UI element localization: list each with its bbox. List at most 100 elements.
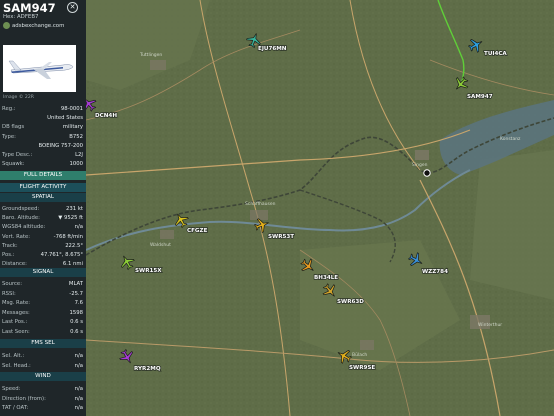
signal-row: RSSI: -25.7	[2, 290, 83, 298]
spatial-row: WGS84 altitude: n/a	[2, 223, 83, 231]
field-label: Track:	[2, 242, 18, 249]
aircraft-callsign-label[interactable]: EJU76MN	[257, 45, 287, 53]
field-value: n/a	[74, 363, 83, 369]
info-row: Squawk: 1000	[2, 160, 83, 168]
field-value: B752	[69, 133, 83, 140]
section-header-wind: WIND	[0, 372, 86, 381]
town-area	[160, 230, 174, 239]
aircraft-callsign-label[interactable]: SWR9SE	[348, 364, 376, 372]
adsbexchange-icon	[3, 22, 10, 29]
source-link[interactable]: adsbexchange.com	[3, 22, 64, 29]
field-value: ▼ 9525 ft	[58, 215, 83, 222]
info-row: Type: B752	[2, 133, 83, 141]
wind-row: TAT / OAT: n/a	[2, 404, 83, 412]
aircraft-callsign-label[interactable]: SWR53T	[267, 233, 295, 241]
aircraft-callsign-label[interactable]: RYR2MQ	[133, 365, 161, 373]
place-label: Winterthur	[478, 322, 502, 328]
field-value: military	[62, 124, 83, 131]
spatial-row: Pos.: 47.761°, 8.675°	[2, 251, 83, 259]
field-value: n/a	[74, 353, 83, 359]
source-text: adsbexchange.com	[12, 23, 65, 29]
info-row: DB flags military	[2, 123, 83, 131]
field-value: n/a	[74, 386, 83, 392]
aircraft-callsign-label[interactable]: SWR15X	[134, 267, 163, 275]
field-label: Messages:	[2, 309, 30, 316]
field-label: Speed:	[2, 386, 21, 392]
field-label: Msg. Rate:	[2, 300, 30, 307]
aircraft-callsign-label[interactable]: SAM947	[466, 93, 493, 101]
field-label: Distance:	[2, 261, 27, 268]
place-label: Konstanz	[500, 136, 521, 142]
fms-row: Sel. Alt.: n/a	[2, 352, 83, 360]
field-value: 0.6 s	[70, 319, 83, 326]
close-icon[interactable]: ✕	[67, 2, 78, 13]
field-value: United States	[47, 115, 83, 122]
field-value: 7.6	[74, 300, 83, 307]
signal-row: Messages: 1598	[2, 309, 83, 317]
town-area	[250, 210, 268, 220]
spatial-row: Track: 222.5°	[2, 242, 83, 250]
field-label: Vert. Rate:	[2, 233, 31, 240]
field-label: RSSI:	[2, 290, 16, 297]
field-value: -25.7	[69, 290, 83, 297]
info-row: BOEING 757-200	[2, 142, 83, 150]
field-value: -768 ft/min	[53, 233, 83, 240]
field-label: WGS84 altitude:	[2, 224, 46, 231]
aircraft-callsign-label[interactable]: TUI4CA	[483, 50, 508, 58]
field-value: 222.5°	[65, 242, 83, 249]
aircraft-info-panel: SAM947 ✕ Hex: ADFEB7 adsbexchange.com Im…	[0, 0, 86, 416]
field-label: Squawk:	[2, 161, 25, 168]
place-label: Bülach	[352, 352, 367, 358]
field-label: TAT / OAT:	[2, 405, 29, 411]
spatial-row: Distance: 6.1 nmi	[2, 260, 83, 268]
hex-code: Hex: ADFEB7	[3, 14, 39, 20]
field-value: n/a	[74, 224, 83, 231]
place-label: Singen	[412, 162, 428, 168]
field-value: n/a	[74, 395, 83, 402]
field-value: 1000	[69, 161, 83, 168]
aircraft-callsign-label[interactable]: CFGZE	[186, 227, 208, 235]
field-label: Groundspeed:	[2, 206, 40, 212]
aircraft-callsign-label[interactable]: BH34LE	[313, 274, 339, 282]
field-label: Pos.:	[2, 252, 15, 258]
place-label: Schaffhausen	[245, 201, 276, 207]
aircraft-photo[interactable]	[3, 45, 76, 92]
field-value: 0.6 s	[70, 329, 83, 335]
spatial-row: Groundspeed: 231 kt	[2, 205, 83, 213]
aircraft-callsign-label[interactable]: WZZ784	[421, 268, 449, 276]
town-area	[360, 340, 374, 350]
field-label: Last Pos.:	[2, 319, 28, 326]
field-label: DB flags	[2, 124, 25, 131]
field-label: Reg.:	[2, 106, 16, 112]
aircraft-photo-image	[3, 45, 76, 92]
signal-row: Msg. Rate: 7.6	[2, 299, 83, 307]
section-header-fms: FMS SEL	[0, 339, 86, 348]
field-value: BOEING 757-200	[38, 142, 83, 149]
field-label: Type:	[2, 133, 16, 140]
field-value: 6.1 nmi	[62, 261, 83, 268]
field-label: Source:	[2, 281, 22, 287]
aircraft-callsign-label[interactable]: DCN4H	[94, 112, 118, 120]
field-value: 47.761°, 8.675°	[40, 252, 83, 258]
receiver-marker	[423, 169, 431, 177]
info-row: United States	[2, 114, 83, 122]
field-label: Sel. Alt.:	[2, 353, 25, 359]
info-row: Reg.: 98-0001	[2, 105, 83, 113]
full-details-button[interactable]: FULL DETAILS	[0, 171, 86, 180]
field-value: 1598	[69, 309, 83, 316]
photo-credit: Image © 22R	[3, 95, 34, 100]
signal-row: Source: MLAT	[2, 280, 83, 288]
section-header-signal: SIGNAL	[0, 268, 86, 277]
field-value: 231 kt	[66, 206, 83, 212]
terrain-patch	[470, 150, 554, 300]
field-label: Baro. Altitude:	[2, 215, 40, 222]
field-value: 98-0001	[60, 106, 83, 112]
aircraft-callsign-label[interactable]: SWR63D	[336, 298, 365, 306]
field-value: MLAT	[68, 281, 83, 287]
section-header-spatial: SPATIAL	[0, 193, 86, 202]
town-area	[415, 150, 429, 160]
wind-row: Direction (from): n/a	[2, 395, 83, 403]
wind-row: Speed: n/a	[2, 385, 83, 393]
place-label: Waldshut	[150, 242, 171, 248]
flight-activity-button[interactable]: FLIGHT ACTIVITY	[0, 183, 86, 192]
